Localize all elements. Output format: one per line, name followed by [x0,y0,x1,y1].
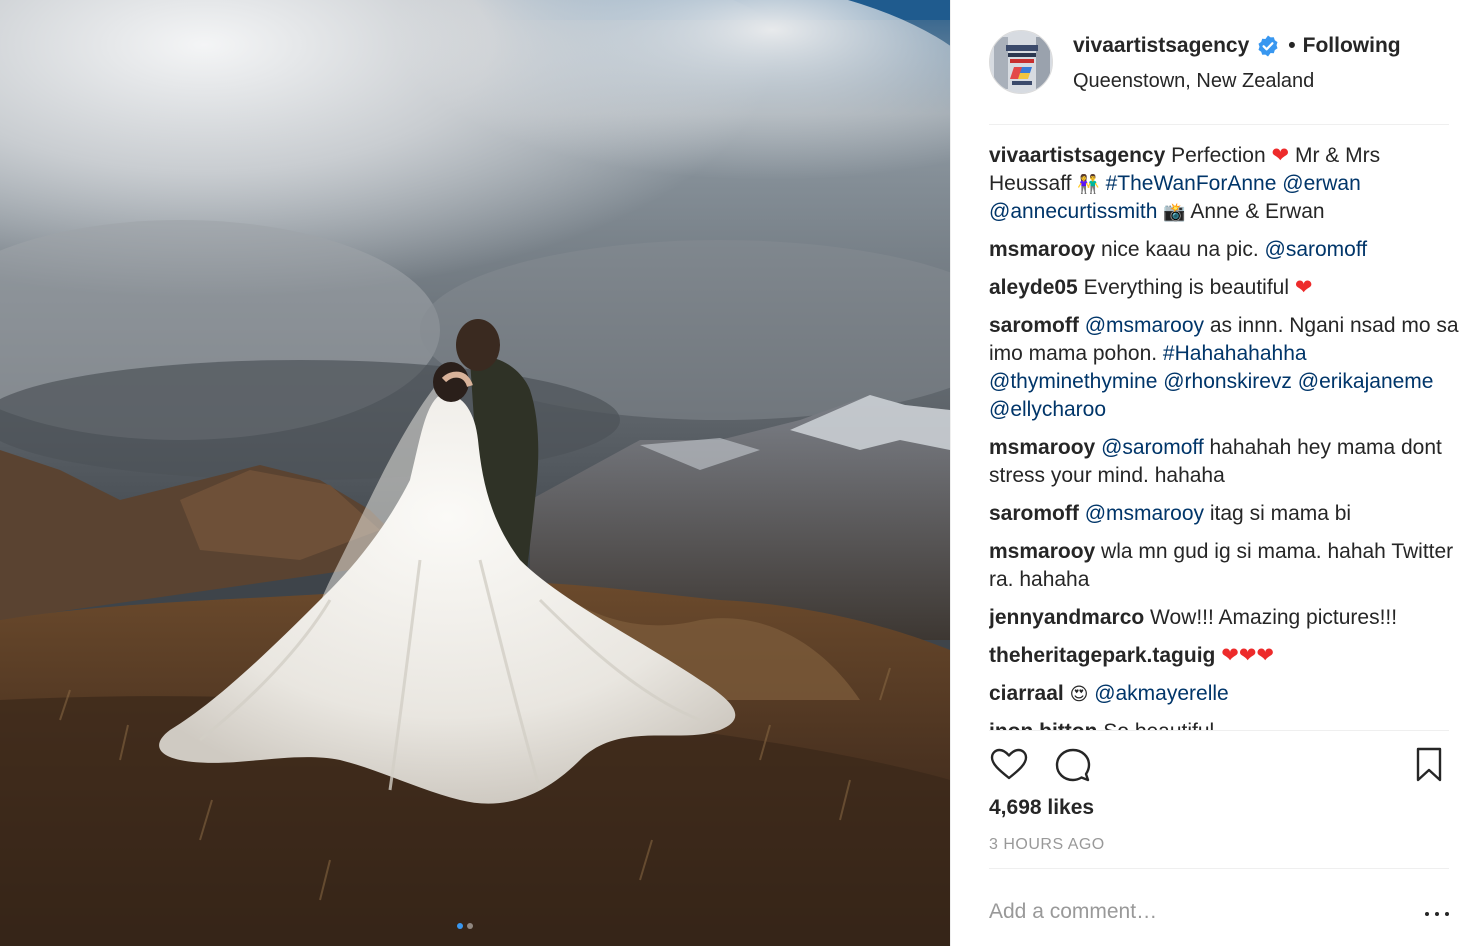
post-sidebar: vivaartistsagency • Following Queenstown… [950,0,1476,946]
comment-item: aleyde05 Everything is beautiful ❤ [989,274,1459,302]
mention-link[interactable]: @saromoff [1101,436,1204,459]
mention-link[interactable]: @akmayerelle [1094,682,1229,705]
mention-link[interactable]: @annecurtissmith [989,200,1157,223]
comment-button[interactable] [1053,745,1093,785]
comment-username[interactable]: inon.bitton [989,720,1097,730]
emoji-icon: 👫 [1077,174,1100,194]
comment-item: jennyandmarco Wow!!! Amazing pictures!!! [989,604,1459,632]
carousel-indicator [457,923,473,929]
ellipsis-dot [1435,912,1439,916]
more-options-button[interactable] [1423,902,1451,926]
save-button[interactable] [1409,745,1449,785]
comment-item: msmarooy nice kaau na pic. @saromoff [989,236,1459,264]
comment-text: Everything is beautiful [1077,276,1295,299]
emoji-icon: 😍 [1069,684,1089,704]
username-row: vivaartistsagency • Following [1073,34,1401,58]
post-location[interactable]: Queenstown, New Zealand [1073,70,1314,93]
comments-list[interactable]: vivaartistsagency Perfection ❤ Mr & Mrs … [989,142,1459,730]
ellipsis-icon [1425,912,1429,916]
action-bar [989,745,1442,785]
comment-item: saromoff @msmarooy as innn. Ngani nsad m… [989,312,1459,424]
comment-item: saromoff @msmarooy itag si mama bi [989,500,1459,528]
post-photo[interactable] [0,0,950,946]
comment-item: inon.bitton So beautiful [989,718,1459,730]
heart-emoji-icon: ❤ [1271,144,1290,167]
comment-item: msmarooy wla mn gud ig si mama. hahah Tw… [989,538,1459,594]
following-button[interactable]: Following [1303,34,1401,58]
heart-emoji-icon: ❤❤❤ [1221,644,1275,667]
comment-username[interactable]: msmarooy [989,540,1095,563]
avatar-image [990,31,1052,93]
comment-username[interactable]: jennyandmarco [989,606,1144,629]
comment-text: Perfection [1165,144,1272,167]
comment-item: vivaartistsagency Perfection ❤ Mr & Mrs … [989,142,1459,226]
heart-emoji-icon: ❤ [1294,276,1313,299]
comment-username[interactable]: vivaartistsagency [989,144,1165,167]
mention-link[interactable]: @msmarooy [1085,502,1204,525]
mention-link[interactable]: @erikajaneme [1298,370,1434,393]
comment-item: theheritagepark.taguig ❤❤❤ [989,642,1459,670]
comment-item: msmarooy @saromoff hahahah hey mama dont… [989,434,1459,490]
post-timestamp[interactable]: 3 HOURS AGO [989,836,1105,854]
comment-username[interactable]: ciarraal [989,682,1064,705]
comment-username[interactable]: aleyde05 [989,276,1078,299]
post-username[interactable]: vivaartistsagency [1073,34,1249,58]
speech-bubble-icon [1055,748,1091,782]
comment-text: Wow!!! Amazing pictures!!! [1144,606,1398,629]
mention-link[interactable]: @msmarooy [1085,314,1204,337]
comment-text: Anne & Erwan [1185,200,1325,223]
comment-username[interactable]: saromoff [989,502,1079,525]
comment-item: ciarraal 😍 @akmayerelle [989,680,1459,708]
separator-dot: • [1288,34,1296,57]
mention-link[interactable]: @ellycharoo [989,398,1106,421]
carousel-dot-active [457,923,463,929]
wedding-photo-image [0,0,950,946]
ellipsis-dot [1445,912,1449,916]
heart-outline-icon [990,748,1028,780]
hashtag-link[interactable]: #Hahahahahha [1163,342,1307,365]
comment-username[interactable]: msmarooy [989,436,1095,459]
mention-link[interactable]: @saromoff [1265,238,1368,261]
add-comment-input[interactable] [989,896,1389,928]
emoji-icon: 📸 [1163,202,1186,222]
avatar[interactable] [989,30,1053,94]
likes-count[interactable]: 4,698 likes [989,796,1094,820]
mention-link[interactable]: @thyminethymine [989,370,1157,393]
post-header: vivaartistsagency • Following Queenstown… [989,28,1449,98]
comment-username[interactable]: msmarooy [989,238,1095,261]
mention-link[interactable]: @erwan [1282,172,1361,195]
hashtag-link[interactable]: #TheWanForAnne [1106,172,1277,195]
carousel-dot [467,923,473,929]
comment-username[interactable]: saromoff [989,314,1079,337]
comment-text: itag si mama bi [1204,502,1352,525]
header-divider [989,124,1449,125]
comment-input-divider [989,868,1449,869]
mention-link[interactable]: @rhonskirevz [1163,370,1292,393]
comments-divider [989,730,1449,731]
comment-text: nice kaau na pic. [1095,238,1265,261]
like-button[interactable] [989,745,1029,785]
bookmark-icon [1416,747,1442,782]
comment-text: So beautiful [1097,720,1214,730]
comment-username[interactable]: theheritagepark.taguig [989,644,1215,667]
verified-badge-icon [1256,34,1280,58]
